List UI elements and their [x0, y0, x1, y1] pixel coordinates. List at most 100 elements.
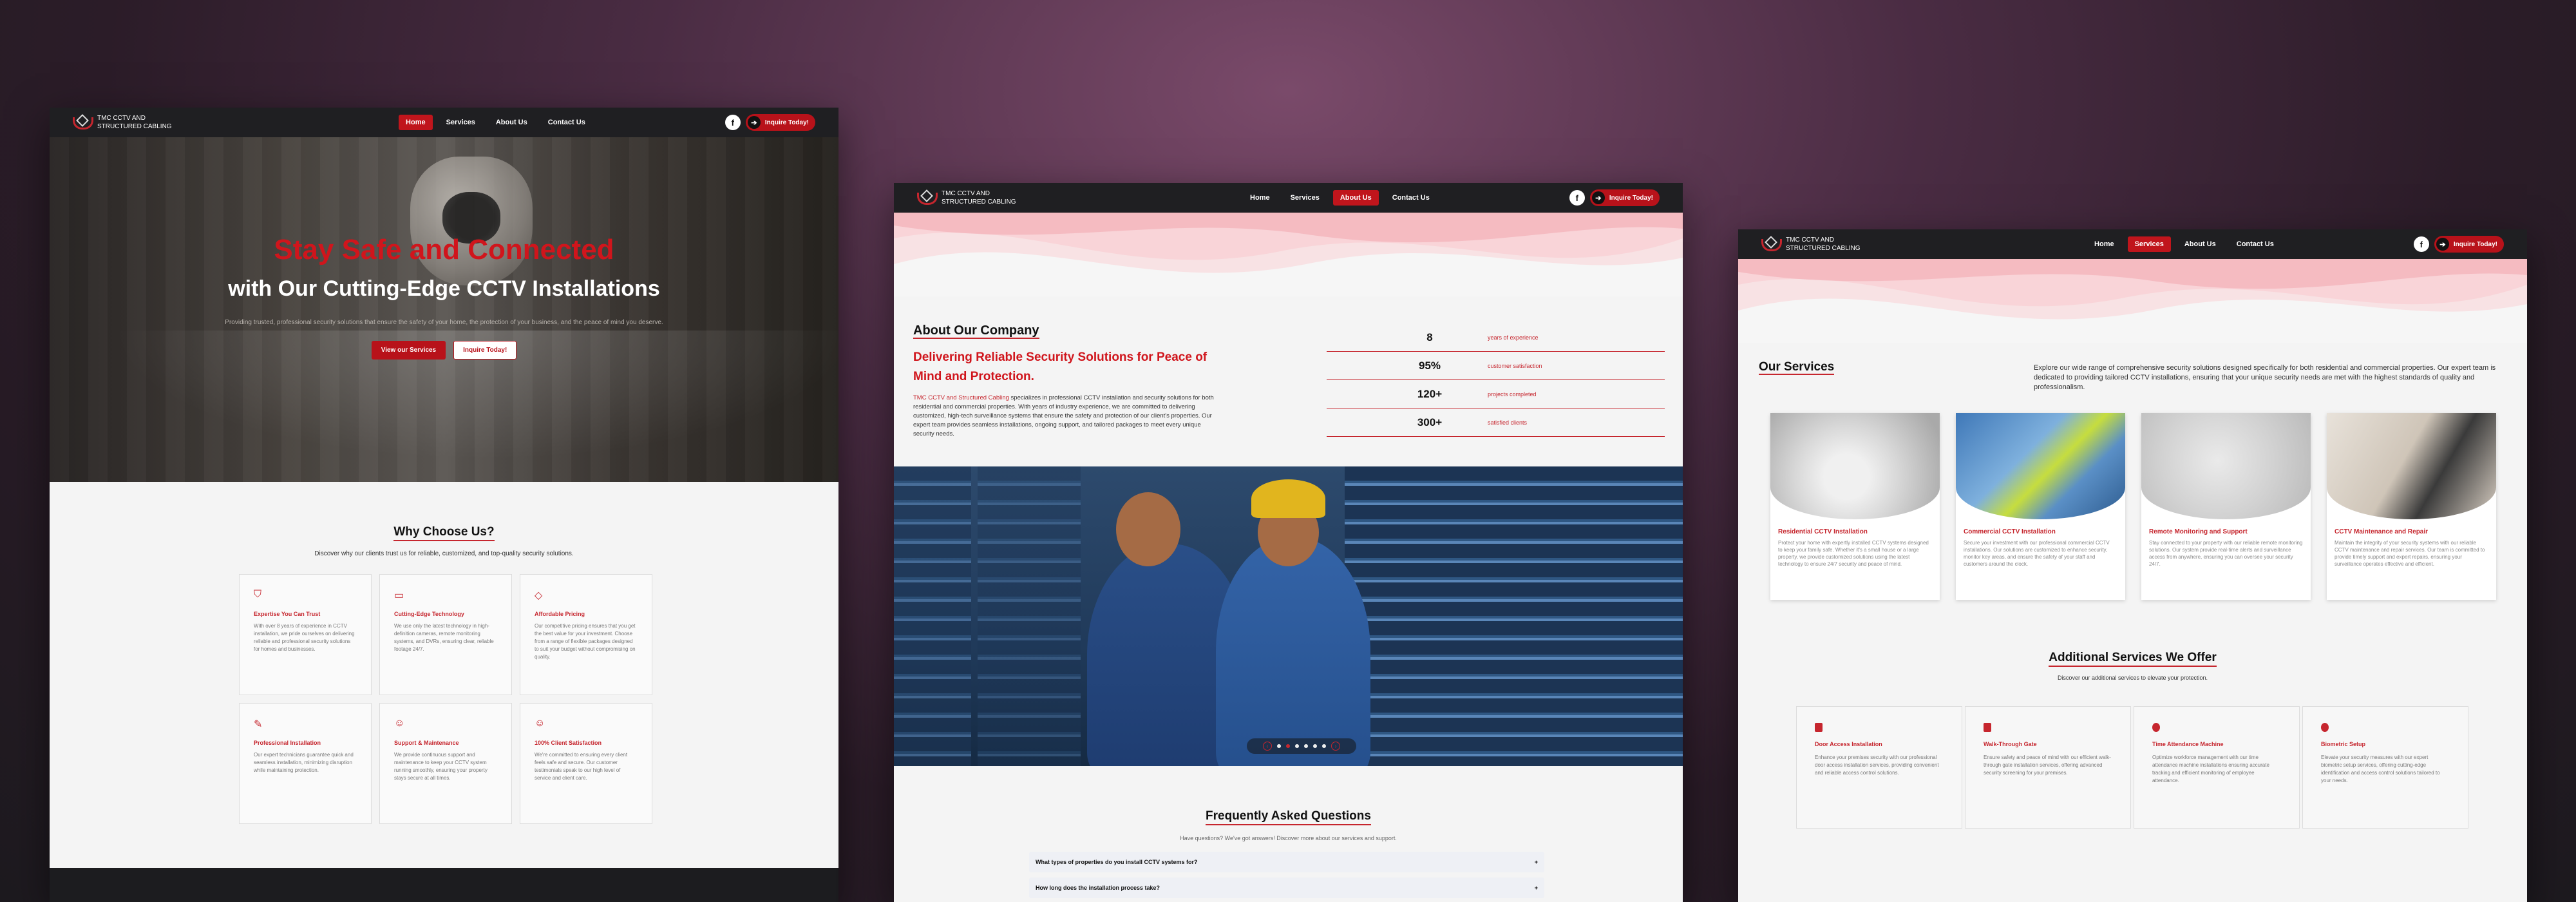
why-title: Why Choose Us? [50, 525, 838, 541]
nav-home[interactable]: Home [2087, 236, 2121, 252]
footer-strip [50, 868, 838, 902]
top-navbar: TMC CCTV AND STRUCTURED CABLING Home Serv… [1738, 229, 2527, 259]
maintenance-repair-image [2327, 413, 2496, 519]
camera-icon: ▭ [394, 590, 404, 601]
services-intro: Explore our wide range of comprehensive … [2034, 364, 2496, 391]
service-card[interactable]: Remote Monitoring and Support Stay connec… [2141, 413, 2311, 600]
top-navbar: TMC CCTV AND STRUCTURED CABLING Home Serv… [50, 108, 838, 137]
carousel-dot[interactable] [1304, 744, 1308, 748]
nav-services[interactable]: Services [2127, 236, 2171, 252]
feature-card: ☺ Support & Maintenance We provide continu… [379, 703, 512, 824]
facebook-icon[interactable]: f [2413, 236, 2429, 252]
arrow-right-icon: ➔ [747, 116, 761, 129]
nav-home[interactable]: Home [399, 115, 433, 130]
about-title: About Our Company [913, 323, 1039, 339]
services-grid: Residential CCTV Installation Protect you… [1770, 413, 2496, 600]
residential-cctv-image [1770, 413, 1940, 519]
nav-services[interactable]: Services [439, 115, 482, 130]
additional-grid: Door Access Installation Enhance your pre… [1796, 706, 2469, 829]
brand-name-line1: TMC CCTV AND [1786, 236, 1834, 244]
wave-banner [894, 213, 1683, 296]
hero-subtitle: with Our Cutting-Edge CCTV Installations [228, 276, 660, 301]
additional-card: Walk-Through Gate Ensure safety and peace… [1965, 706, 2131, 829]
arrow-right-icon: ➔ [1591, 191, 1605, 204]
inquire-button[interactable]: ➔ Inquire Today! [745, 114, 815, 131]
nav-links: Home Services About Us Contact Us [266, 115, 725, 130]
gate-icon [1984, 723, 1991, 732]
inquire-button[interactable]: ➔ Inquire Today! [1589, 189, 1660, 206]
hero-section: Stay Safe and Connected with Our Cutting… [50, 137, 838, 482]
carousel-next-button[interactable]: › [1331, 742, 1340, 751]
remote-monitoring-image [2141, 413, 2311, 519]
home-page-mockup: TMC CCTV AND STRUCTURED CABLING Home Serv… [50, 108, 838, 902]
carousel-dot[interactable] [1295, 744, 1299, 748]
brand-logo[interactable]: TMC CCTV AND STRUCTURED CABLING [917, 189, 1110, 206]
nav-about[interactable]: About Us [2177, 236, 2223, 252]
brand-name-line2: STRUCTURED CABLING [97, 123, 172, 130]
facebook-icon[interactable]: f [724, 115, 741, 130]
inquire-label: Inquire Today! [764, 119, 809, 126]
carousel-dot[interactable] [1322, 744, 1326, 748]
door-access-icon [1815, 723, 1823, 732]
why-subtitle: Discover why our clients trust us for re… [314, 550, 574, 557]
about-page-mockup: TMC CCTV AND STRUCTURED CABLING Home Serv… [894, 183, 1683, 902]
nav-contact[interactable]: Contact Us [541, 115, 592, 130]
stats-list: 8 years of experience 95% customer satisfa… [1327, 323, 1665, 437]
carousel-dot[interactable] [1286, 744, 1290, 748]
nav-about[interactable]: About Us [1332, 190, 1379, 206]
brand-logo[interactable]: TMC CCTV AND STRUCTURED CABLING [1761, 236, 1955, 253]
services-title: Our Services [1759, 360, 1835, 375]
about-tagline: Delivering Reliable Security Solutions f… [913, 350, 1208, 383]
carousel-prev-button[interactable]: ‹ [1263, 742, 1272, 751]
logo-icon [73, 116, 93, 130]
inquire-button[interactable]: ➔ Inquire Today! [2434, 236, 2504, 253]
feature-card: ◇ Affordable Pricing Our competitive prici… [520, 574, 652, 695]
wrench-icon: ✎ [254, 719, 263, 730]
smile-icon: ☺ [535, 718, 545, 729]
nav-contact[interactable]: Contact Us [2230, 236, 2281, 252]
about-body: TMC CCTV and Structured Cabling speciali… [913, 394, 1214, 437]
brand-name-line2: STRUCTURED CABLING [1786, 245, 1861, 252]
additional-title: Additional Services We Offer [1738, 651, 2527, 667]
nav-about[interactable]: About Us [489, 115, 535, 130]
features-grid: ⛉ Expertise You Can Trust With over 8 year… [239, 574, 652, 824]
service-card[interactable]: Commercial CCTV Installation Secure your … [1956, 413, 2125, 600]
faq-item[interactable]: What types of properties do you install … [1029, 852, 1544, 872]
stat-row: 8 years of experience [1327, 323, 1665, 352]
logo-icon [917, 191, 938, 205]
facebook-icon[interactable]: f [1569, 190, 1585, 206]
brand-name-line1: TMC CCTV AND [942, 190, 990, 197]
service-card[interactable]: Residential CCTV Installation Protect you… [1770, 413, 1940, 600]
technicians-photo: ‹ › [894, 466, 1683, 766]
carousel-dot[interactable] [1313, 744, 1317, 748]
hero-text: Providing trusted, professional security… [225, 319, 663, 326]
nav-links: Home Services About Us Contact Us [1955, 236, 2414, 252]
hero-title: Stay Safe and Connected [274, 234, 614, 265]
nav-links: Home Services About Us Contact Us [1110, 190, 1569, 206]
view-services-button[interactable]: View our Services [371, 341, 446, 360]
logo-icon [1761, 238, 1782, 251]
faq-title: Frequently Asked Questions [894, 809, 1683, 825]
carousel-dot[interactable] [1277, 744, 1281, 748]
inquire-label: Inquire Today! [1609, 194, 1653, 202]
nav-services[interactable]: Services [1283, 190, 1327, 206]
arrow-right-icon: ➔ [2436, 238, 2449, 251]
nav-contact[interactable]: Contact Us [1385, 190, 1437, 206]
nav-home[interactable]: Home [1243, 190, 1277, 206]
tag-icon: ◇ [535, 590, 543, 601]
faq-item[interactable]: How long does the installation process t… [1029, 878, 1544, 898]
plus-icon: + [1534, 885, 1538, 891]
additional-subtitle: Discover our additional services to elev… [2057, 675, 2208, 681]
service-card[interactable]: CCTV Maintenance and Repair Maintain the … [2327, 413, 2496, 600]
clock-icon [2152, 723, 2160, 732]
hero-inquire-button[interactable]: Inquire Today! [453, 341, 517, 360]
feature-card: ✎ Professional Installation Our expert tec… [239, 703, 372, 824]
services-page-mockup: TMC CCTV AND STRUCTURED CABLING Home Serv… [1738, 229, 2527, 902]
feature-card: ▭ Cutting-Edge Technology We use only the … [379, 574, 512, 695]
additional-card: Biometric Setup Elevate your security mea… [2302, 706, 2468, 829]
inquire-label: Inquire Today! [2453, 240, 2497, 248]
stat-row: 120+ projects completed [1327, 380, 1665, 408]
carousel-controls: ‹ › [1247, 738, 1356, 754]
top-navbar: TMC CCTV AND STRUCTURED CABLING Home Serv… [894, 183, 1683, 213]
brand-logo[interactable]: TMC CCTV AND STRUCTURED CABLING [73, 114, 266, 131]
